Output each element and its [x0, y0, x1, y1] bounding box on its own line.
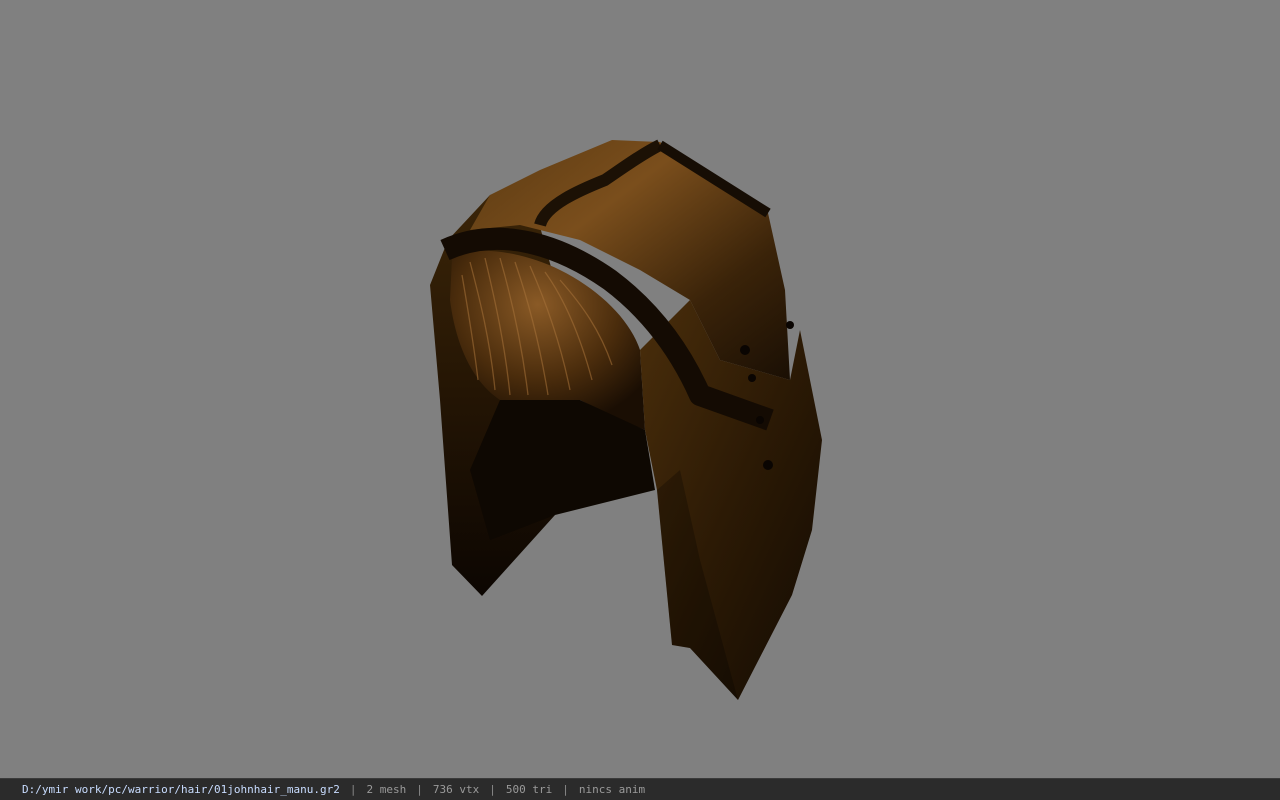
status-separator: | — [489, 783, 496, 796]
helmet-model — [430, 139, 822, 700]
triangle-count: 500 tri — [505, 783, 553, 796]
status-bar: D:/ymir work/pc/warrior/hair/01johnhair_… — [0, 778, 1280, 800]
vertex-count: 736 vtx — [432, 783, 480, 796]
mesh-count: 2 mesh — [366, 783, 407, 796]
status-separator: | — [562, 783, 569, 796]
3d-viewport[interactable] — [0, 0, 1280, 778]
status-separator: | — [416, 783, 423, 796]
status-separator: | — [349, 783, 357, 796]
animation-status: nincs anim — [578, 783, 646, 796]
model-file-path: D:/ymir work/pc/warrior/hair/01johnhair_… — [22, 783, 340, 796]
